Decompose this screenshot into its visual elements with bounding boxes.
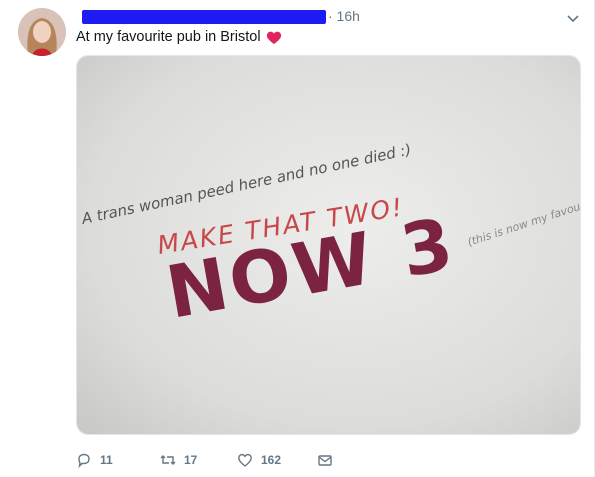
tweet-timestamp[interactable]: · 16h (328, 8, 360, 24)
reply-count: 11 (100, 453, 113, 467)
direct-message-button[interactable] (317, 451, 341, 469)
tweet-actions: 11 17 162 (76, 451, 376, 469)
reply-icon (78, 453, 90, 468)
tweet-text-content: At my favourite pub in Bristol (76, 29, 261, 45)
heart-emoji-icon (266, 31, 281, 44)
avatar-image (18, 8, 66, 56)
retweet-button[interactable]: 17 (160, 451, 197, 469)
like-icon (238, 453, 252, 467)
retweet-count: 17 (184, 453, 198, 467)
reply-button[interactable]: 11 (76, 451, 113, 469)
tweet-photo[interactable]: A trans woman peed here and no one died … (76, 55, 581, 435)
retweet-icon (160, 455, 176, 465)
like-button[interactable]: 162 (237, 451, 281, 469)
tweet-text: At my favourite pub in Bristol (76, 29, 282, 45)
avatar[interactable] (18, 8, 66, 56)
graffiti-photo: A trans woman peed here and no one died … (77, 56, 580, 434)
tweet-card[interactable]: · 16h At my favourite pub in Bristol A t… (0, 0, 595, 477)
like-count: 162 (261, 453, 282, 467)
redacted-author-name[interactable] (82, 10, 326, 24)
direct-message-icon (318, 455, 332, 466)
chevron-down-icon[interactable] (565, 10, 581, 26)
